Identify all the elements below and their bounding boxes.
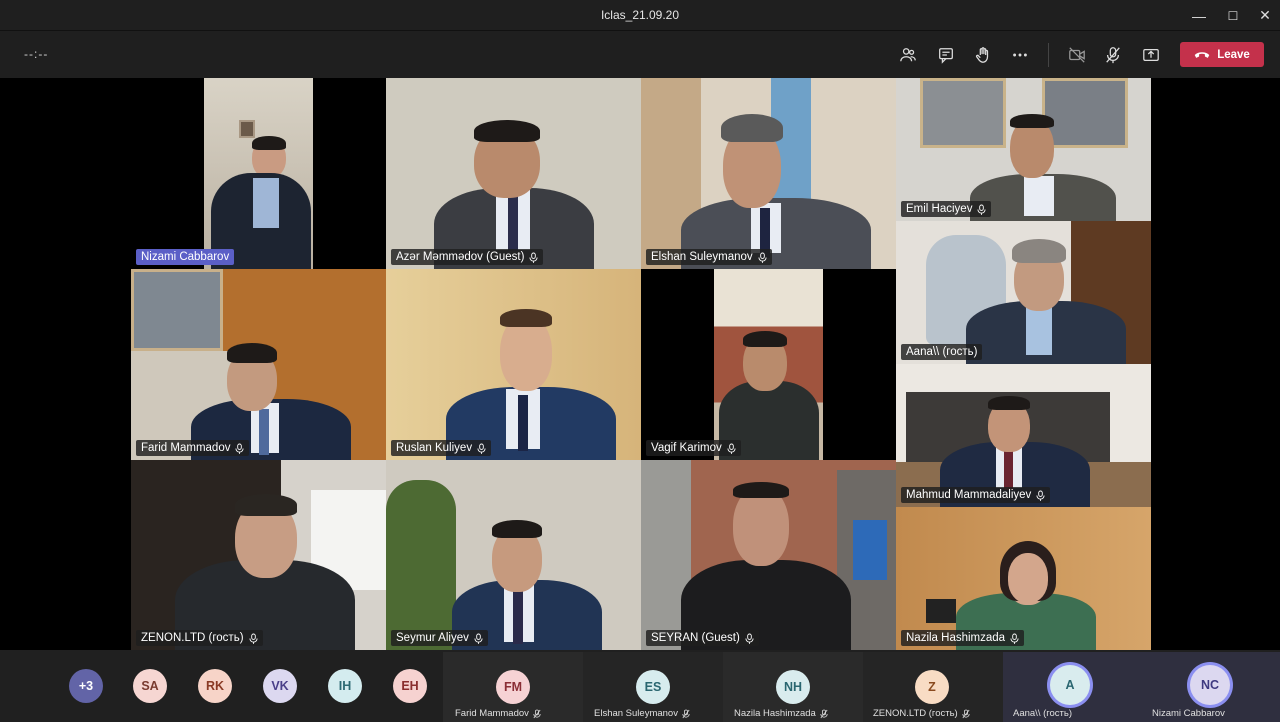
video-tile[interactable]: Mahmud Mammadaliyev: [896, 364, 1151, 507]
mic-icon: [477, 443, 486, 454]
toolbar-divider: [1048, 43, 1049, 67]
video-tile[interactable]: Emil Haciyev: [896, 78, 1151, 221]
video-tile[interactable]: Seymur Aliyev: [386, 460, 641, 650]
mic-icon: [1010, 633, 1019, 644]
mic-off-icon: [962, 709, 970, 718]
mic-off-icon: [682, 709, 690, 718]
tile-name-label: Ruslan Kuliyev: [391, 440, 492, 456]
panel-name-label: Aana\\ (гость): [1013, 708, 1073, 719]
leave-button[interactable]: Leave: [1180, 42, 1264, 67]
video-tile[interactable]: Aana\\ (гость): [896, 221, 1151, 364]
video-tile[interactable]: Vagif Karimov: [641, 269, 896, 460]
camera-off-icon[interactable]: [1063, 41, 1091, 69]
participants-icon[interactable]: [894, 41, 922, 69]
mic-icon: [529, 252, 539, 263]
video-stage: Nizami Cabbarov Azər Məmmədov (Guest) El…: [0, 78, 1280, 650]
meeting-toolbar: --:-- Leave: [0, 31, 1280, 78]
video-tile[interactable]: Nizami Cabbarov: [131, 78, 386, 269]
participant-avatar: ES: [636, 670, 670, 704]
mic-icon: [745, 633, 754, 644]
more-icon[interactable]: [1006, 41, 1034, 69]
mic-icon: [1036, 490, 1045, 501]
minimize-button[interactable]: —: [1182, 0, 1216, 31]
tile-name-label: Azər Məmmədov (Guest): [391, 249, 544, 265]
participant-avatar[interactable]: IH: [328, 669, 362, 703]
mic-icon: [727, 443, 736, 454]
video-tile[interactable]: SEYRAN (Guest): [641, 460, 896, 650]
video-tile[interactable]: Nazila Hashimzada: [896, 507, 1151, 650]
participant-avatar[interactable]: SA: [133, 669, 167, 703]
panel-name-label: Elshan Suleymanov: [594, 708, 690, 719]
participant-avatar[interactable]: RK: [198, 669, 232, 703]
tile-name-label: Nizami Cabbarov: [136, 249, 235, 265]
mic-icon: [235, 443, 245, 454]
tile-name-label: Emil Haciyev: [901, 201, 992, 217]
tile-name-label: Aana\\ (гость): [901, 344, 983, 360]
title-bar: Iclas_21.09.20 — ☐ ✕: [0, 0, 1280, 31]
tile-name-label: ZENON.LTD (гость): [136, 630, 263, 646]
participant-avatar: Z: [915, 670, 949, 704]
participant-avatar[interactable]: EH: [393, 669, 427, 703]
tile-name-label: Elshan Suleymanov: [646, 249, 772, 265]
participant-avatar: NC: [1190, 665, 1230, 705]
chat-icon[interactable]: [932, 41, 960, 69]
tile-name-label: Mahmud Mammadaliyev: [901, 487, 1051, 503]
leave-label: Leave: [1217, 48, 1250, 61]
hang-up-icon: [1194, 51, 1210, 58]
video-tile[interactable]: Farid Mammadov: [131, 269, 386, 460]
video-tile[interactable]: ZENON.LTD (гость): [131, 460, 386, 650]
mic-icon: [758, 252, 767, 263]
mic-icon: [474, 633, 483, 644]
raise-hand-icon[interactable]: [969, 41, 997, 69]
meeting-timer: --:--: [24, 47, 49, 61]
participant-avatar: FM: [496, 670, 530, 704]
panel-name-label: Nazila Hashimzada: [734, 708, 828, 719]
tile-name-label: Farid Mammadov: [136, 440, 250, 456]
participant-avatar[interactable]: VK: [263, 669, 297, 703]
mic-off-icon: [533, 709, 541, 718]
video-tile[interactable]: Azər Məmmədov (Guest): [386, 78, 641, 269]
tile-name-label: Vagif Karimov: [646, 440, 741, 456]
mic-off-icon: [820, 709, 828, 718]
tile-name-label: SEYRAN (Guest): [646, 630, 759, 646]
mic-off-icon[interactable]: [1099, 41, 1127, 69]
tile-name-label: Nazila Hashimzada: [901, 630, 1025, 646]
overflow-participants-button[interactable]: +3: [69, 669, 103, 703]
mic-icon: [977, 204, 987, 215]
tile-name-label: Seymur Aliyev: [391, 630, 488, 646]
panel-name-label: ZENON.LTD (гость): [873, 708, 970, 719]
mic-icon: [248, 633, 258, 644]
maximize-button[interactable]: ☐: [1216, 0, 1250, 31]
share-screen-icon[interactable]: [1137, 41, 1165, 69]
participant-avatar: NH: [776, 670, 810, 704]
participant-avatar: A: [1050, 665, 1090, 705]
panel-name-label: Farid Mammadov: [455, 708, 541, 719]
video-tile[interactable]: Ruslan Kuliyev: [386, 269, 641, 460]
panel-name-label: Nizami Cabbarov: [1152, 708, 1225, 719]
window-title: Iclas_21.09.20: [600, 8, 680, 22]
video-tile[interactable]: Elshan Suleymanov: [641, 78, 896, 269]
close-button[interactable]: ✕: [1248, 0, 1280, 31]
